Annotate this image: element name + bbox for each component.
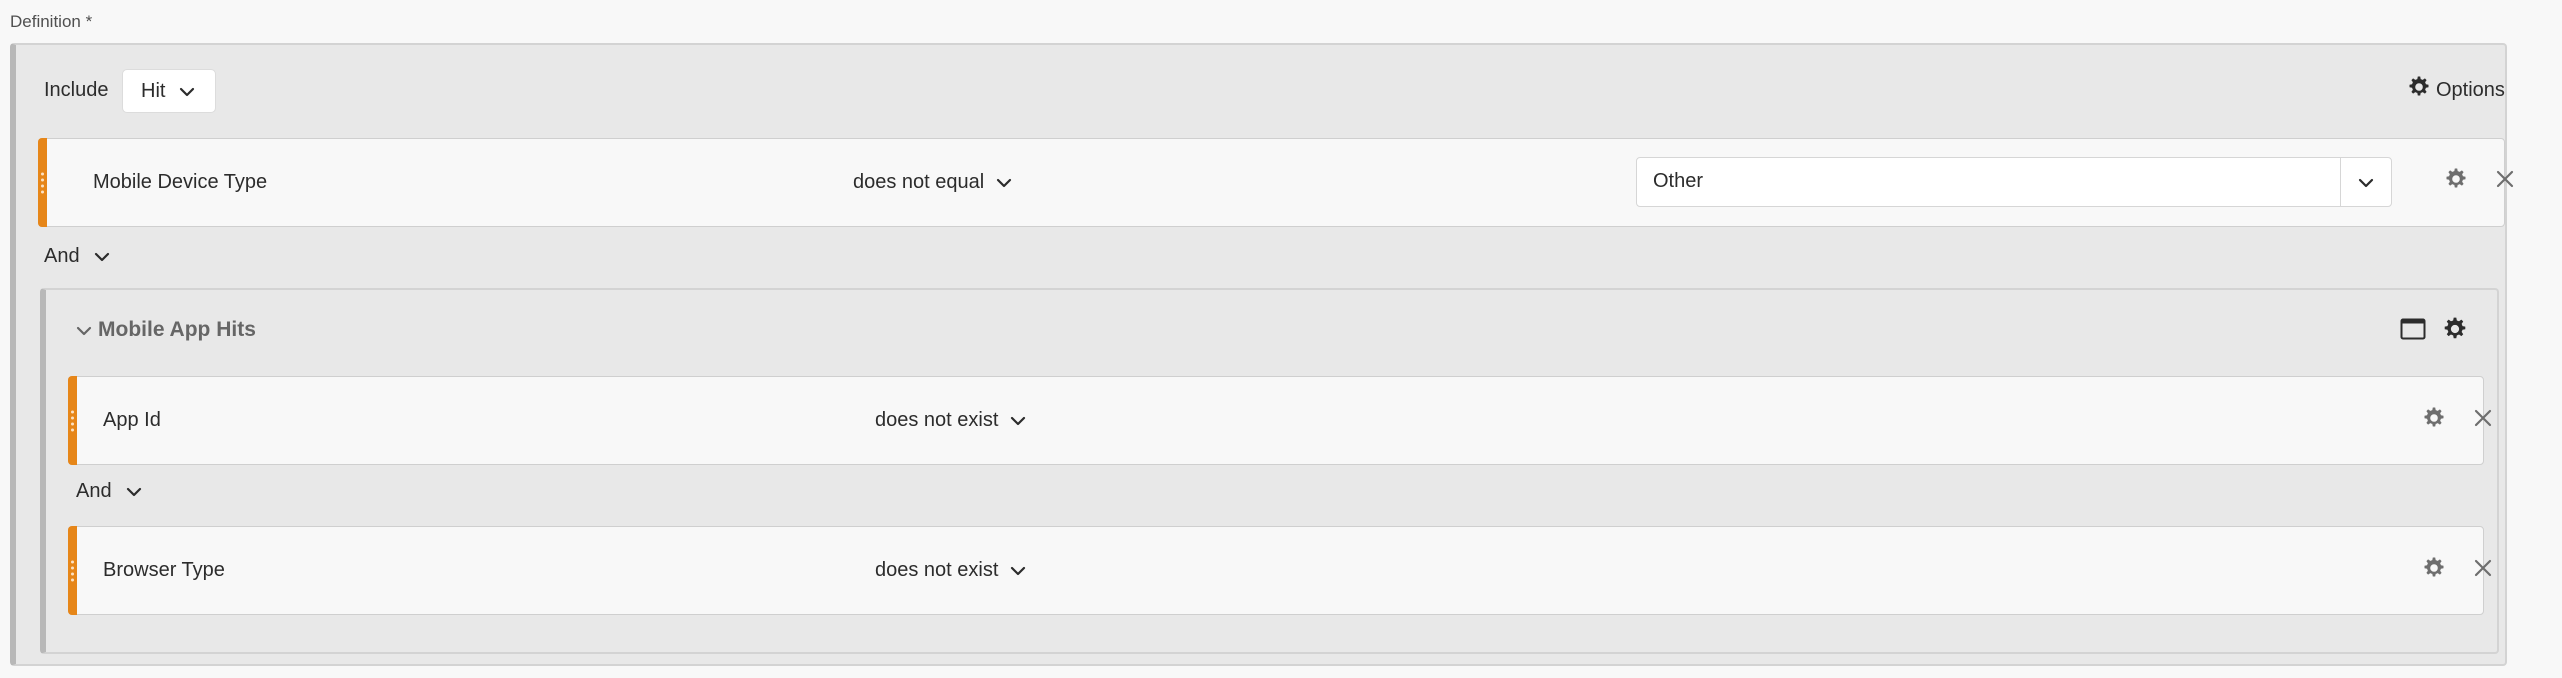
chevron-down-icon (996, 171, 1012, 194)
segment-definition-panel: Include Hit Options Mobile Device Type d… (10, 43, 2514, 666)
operator-dropdown[interactable]: does not equal (853, 171, 1012, 194)
close-icon (2473, 558, 2493, 583)
drag-handle[interactable] (38, 138, 47, 227)
chevron-down-icon (2358, 171, 2374, 194)
container-view-button[interactable] (2399, 317, 2427, 345)
rule-delete-button[interactable] (2469, 406, 2497, 434)
gear-icon (2422, 556, 2446, 585)
container-collapse-toggle[interactable]: Mobile App Hits (76, 318, 256, 342)
gear-icon (2422, 406, 2446, 435)
chevron-down-icon (179, 80, 195, 103)
chevron-down-icon (126, 480, 142, 503)
chevron-down-icon (1010, 409, 1026, 432)
close-icon (2495, 169, 2515, 194)
drag-handle[interactable] (68, 526, 77, 615)
operator-dropdown[interactable]: does not exist (875, 409, 1026, 432)
chevron-down-icon (76, 318, 92, 342)
rule-row: App Id does not exist (68, 376, 2492, 465)
dimension-label: Mobile Device Type (93, 171, 268, 193)
rule-row: Mobile Device Type does not equal Other (38, 138, 2514, 227)
operator-label: does not exist (875, 409, 999, 431)
and-label: And (76, 480, 112, 502)
window-icon (2400, 317, 2426, 346)
options-button[interactable]: Options (2407, 75, 2505, 105)
rule-settings-button[interactable] (2420, 406, 2448, 434)
rule-row: Browser Type does not exist (68, 526, 2492, 615)
chevron-down-icon (1010, 559, 1026, 582)
container-title: Mobile App Hits (98, 318, 256, 341)
nested-container: Mobile App Hits App Id does not exist An… (40, 288, 2499, 654)
scope-value: Hit (141, 79, 166, 102)
value-text: Other (1653, 170, 1704, 192)
and-operator-dropdown[interactable]: And (76, 480, 142, 503)
close-icon (2473, 408, 2493, 433)
include-label: Include (44, 79, 109, 101)
and-label: And (44, 245, 80, 267)
dimension-label: App Id (103, 409, 161, 431)
rule-settings-button[interactable] (2442, 167, 2470, 195)
and-operator-dropdown[interactable]: And (44, 245, 110, 268)
chevron-down-icon (94, 245, 110, 268)
rule-delete-button[interactable] (2469, 556, 2497, 584)
rule-delete-button[interactable] (2491, 167, 2519, 195)
rule-settings-button[interactable] (2420, 556, 2448, 584)
operator-label: does not exist (875, 559, 999, 581)
scope-dropdown[interactable]: Hit (122, 69, 216, 113)
value-combobox[interactable]: Other (1636, 157, 2392, 207)
operator-dropdown[interactable]: does not exist (875, 559, 1026, 582)
drag-handle[interactable] (68, 376, 77, 465)
value-dropdown-button[interactable] (2340, 158, 2391, 206)
container-settings-button[interactable] (2441, 317, 2469, 345)
definition-label: Definition * (10, 12, 93, 31)
gear-icon (2407, 75, 2436, 105)
options-label: Options (2436, 78, 2505, 101)
gear-icon (2444, 167, 2468, 196)
operator-label: does not equal (853, 171, 985, 193)
dimension-label: Browser Type (103, 559, 225, 581)
gear-icon (2442, 316, 2468, 347)
